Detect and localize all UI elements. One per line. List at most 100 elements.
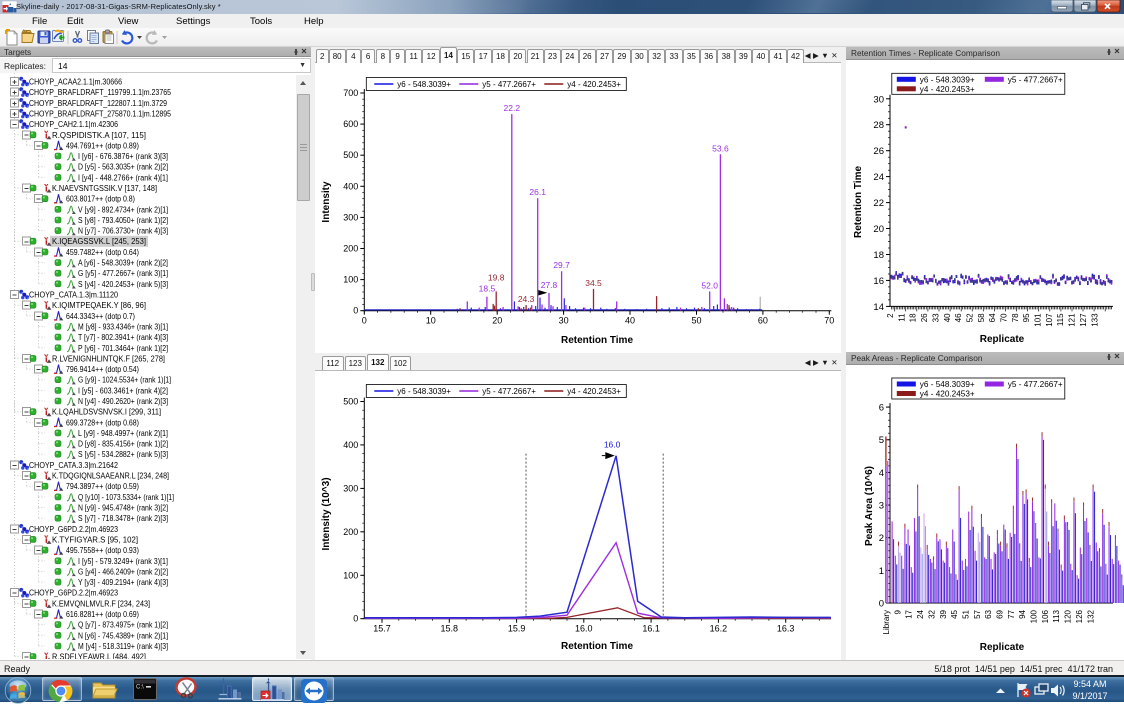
svg-text:14: 14 (873, 302, 884, 313)
svg-text:S [y8] - 793.4050+ (rank 1)[2]: S [y8] - 793.4050+ (rank 1)[2] (78, 216, 168, 225)
svg-text:L [y9] - 948.4997+ (rank 2)[1]: L [y9] - 948.4997+ (rank 2)[1] (78, 429, 168, 438)
svg-text:N [y9] - 945.4748+ (rank 3)[2]: N [y9] - 945.4748+ (rank 3)[2] (78, 504, 168, 513)
svg-text:22.2: 22.2 (504, 103, 521, 113)
svg-text:53.6: 53.6 (712, 143, 729, 153)
svg-text:y6 - 548.3039+: y6 - 548.3039+ (397, 80, 451, 89)
svg-text:5: 5 (879, 435, 884, 446)
svg-text:45: 45 (950, 609, 959, 618)
svg-text:y4 - 420.2453+: y4 - 420.2453+ (567, 80, 621, 89)
svg-text:N [y7] - 706.3730+ (rank 4)[3]: N [y7] - 706.3730+ (rank 4)[3] (78, 227, 168, 236)
svg-text:100: 100 (343, 275, 358, 285)
svg-text:y4 - 420.2453+: y4 - 420.2453+ (567, 387, 621, 396)
svg-text:Intensity (10^3): Intensity (10^3) (321, 477, 332, 550)
svg-text:K.LQAHLDSVSNVSK.I [299, 311]: K.LQAHLDSVSNVSK.I [299, 311] (52, 408, 161, 417)
svg-text:16.1: 16.1 (642, 624, 660, 634)
svg-text:C:\: C:\ (136, 685, 144, 691)
svg-text:A [y6] - 548.3039+ (rank 2)[2]: A [y6] - 548.3039+ (rank 2)[2] (78, 259, 168, 268)
svg-text:K.IQEAGSSVK.L [245, 253]: K.IQEAGSSVK.L [245, 253] (52, 237, 146, 246)
svg-text:0: 0 (879, 599, 884, 610)
svg-text:40: 40 (625, 316, 635, 326)
svg-text:113: 113 (1052, 609, 1061, 622)
svg-text:K.TYFIGYAR.S [95, 102]: K.TYFIGYAR.S [95, 102] (52, 535, 138, 544)
svg-text:Peak Area (10^6): Peak Area (10^6) (864, 466, 875, 546)
svg-text:699.3728++ (dotp 0.68): 699.3728++ (dotp 0.68) (66, 418, 139, 427)
svg-text:69: 69 (996, 609, 1005, 618)
svg-text:Y [y3] - 409.2194+ (rank 4)[3]: Y [y3] - 409.2194+ (rank 4)[3] (78, 578, 168, 587)
svg-text:600: 600 (343, 119, 358, 129)
svg-text:y5 - 477.2667+: y5 - 477.2667+ (482, 387, 536, 396)
svg-text:y6 - 548.3039+: y6 - 548.3039+ (920, 75, 975, 84)
svg-text:24: 24 (916, 609, 925, 618)
svg-text:24.3: 24.3 (518, 294, 535, 304)
svg-text:120: 120 (1064, 609, 1073, 623)
svg-text:57: 57 (973, 609, 982, 618)
svg-text:63: 63 (984, 609, 993, 618)
svg-text:G [y4] - 466.2409+ (rank 2)[2]: G [y4] - 466.2409+ (rank 2)[2] (78, 567, 168, 576)
svg-text:0: 0 (353, 614, 358, 624)
svg-text:101: 101 (1034, 313, 1043, 327)
svg-text:127: 127 (1079, 313, 1088, 327)
svg-text:60: 60 (758, 316, 768, 326)
svg-text:I [y5] - 579.3249+ (rank 3)[1]: I [y5] - 579.3249+ (rank 3)[1] (78, 557, 168, 566)
svg-text:y4 - 420.2453+: y4 - 420.2453+ (920, 85, 975, 94)
svg-text:S [y5] - 534.2882+ (rank 5)[3]: S [y5] - 534.2882+ (rank 5)[3] (78, 450, 168, 459)
svg-text:S [y4] - 420.2453+ (rank 5)[3]: S [y4] - 420.2453+ (rank 5)[3] (78, 280, 168, 289)
svg-text:2: 2 (879, 533, 884, 544)
svg-text:20: 20 (873, 224, 884, 235)
svg-text:50: 50 (691, 316, 701, 326)
svg-text:26: 26 (873, 146, 884, 157)
svg-text:N [y4] - 490.2620+ (rank 2)[3]: N [y4] - 490.2620+ (rank 2)[3] (78, 397, 168, 406)
svg-text:796.9414++ (dotp 0.54): 796.9414++ (dotp 0.54) (66, 365, 139, 374)
svg-text:616.8281++ (dotp 0.69): 616.8281++ (dotp 0.69) (66, 610, 139, 619)
svg-text:y5 - 477.2667+: y5 - 477.2667+ (1008, 75, 1063, 84)
svg-text:51: 51 (962, 609, 971, 618)
svg-text:Intensity: Intensity (321, 181, 332, 223)
svg-text:200: 200 (343, 244, 358, 254)
svg-text:CHOYP_ACAA2.1.1|m.30666: CHOYP_ACAA2.1.1|m.30666 (29, 78, 122, 87)
svg-text:26: 26 (920, 313, 929, 322)
svg-text:400: 400 (343, 440, 358, 450)
svg-text:16.2: 16.2 (710, 624, 728, 634)
svg-text:19.8: 19.8 (488, 272, 505, 282)
svg-text:33: 33 (931, 313, 940, 322)
svg-text:100: 100 (343, 570, 358, 580)
svg-text:107: 107 (1045, 313, 1054, 327)
svg-text:I [y4] - 448.2766+ (rank 4)[1]: I [y4] - 448.2766+ (rank 4)[1] (78, 173, 168, 182)
svg-text:I [y5] - 603.3461+ (rank 4)[2]: I [y5] - 603.3461+ (rank 4)[2] (78, 386, 168, 395)
svg-text:P [y6] - 701.3464+ (rank 1)[2]: P [y6] - 701.3464+ (rank 1)[2] (78, 344, 168, 353)
svg-text:y6 - 548.3039+: y6 - 548.3039+ (397, 387, 451, 396)
svg-text:70: 70 (824, 316, 834, 326)
svg-text:18.5: 18.5 (479, 284, 496, 294)
svg-text:R.SDFLYEAWR.L [484, 492]: R.SDFLYEAWR.L [484, 492] (52, 653, 146, 659)
svg-text:y6 - 548.3039+: y6 - 548.3039+ (920, 380, 975, 389)
svg-text:CHOYP_G6PD.2.2|m.46923: CHOYP_G6PD.2.2|m.46923 (29, 589, 118, 598)
svg-text:16.0: 16.0 (604, 440, 621, 450)
svg-text:Q [y10] - 1073.5334+ (rank 1)[: Q [y10] - 1073.5334+ (rank 1)[1] (78, 493, 174, 502)
svg-text:95: 95 (1022, 313, 1031, 322)
svg-text:N [y6] - 745.4389+ (rank 2)[1]: N [y6] - 745.4389+ (rank 2)[1] (78, 631, 168, 640)
svg-text:CHOYP_BRAFLDRAFT_275870.1.1|m.: CHOYP_BRAFLDRAFT_275870.1.1|m.12895 (29, 110, 172, 119)
svg-text:794.3897++ (dotp 0.59): 794.3897++ (dotp 0.59) (66, 482, 139, 491)
svg-text:126: 126 (1075, 609, 1084, 623)
svg-text:29.7: 29.7 (553, 260, 570, 270)
svg-text:Replicate: Replicate (980, 334, 1025, 345)
svg-text:M [y4] - 518.3119+ (rank 4)[3]: M [y4] - 518.3119+ (rank 4)[3] (78, 642, 168, 651)
svg-text:CHOYP_G6PD.2.2|m.46923: CHOYP_G6PD.2.2|m.46923 (29, 525, 118, 534)
svg-text:CHOYP_CATA.1.3|m.11120: CHOYP_CATA.1.3|m.11120 (29, 291, 119, 300)
svg-text:M [y8] - 933.4346+ (rank 3)[1]: M [y8] - 933.4346+ (rank 3)[1] (78, 323, 168, 332)
svg-text:K.TDQGIQNLSAAEANR.L [234, 248]: K.TDQGIQNLSAAEANR.L [234, 248] (52, 472, 169, 481)
svg-text:300: 300 (343, 212, 358, 222)
svg-text:1: 1 (879, 566, 884, 577)
svg-text:15.8: 15.8 (441, 624, 459, 634)
svg-text:132: 132 (1086, 609, 1095, 623)
svg-text:G [y9] - 1024.5534+ (rank 1)[1: G [y9] - 1024.5534+ (rank 1)[1] (78, 376, 171, 385)
svg-text:CHOYP_BRAFLDRAFT_119799.1.1|m.: CHOYP_BRAFLDRAFT_119799.1.1|m.23765 (29, 88, 172, 97)
svg-text:77: 77 (1007, 609, 1016, 618)
svg-text:CHOYP_CAH2.1.1|m.42306: CHOYP_CAH2.1.1|m.42306 (29, 120, 118, 129)
svg-text:I [y6] - 676.3876+ (rank 3)[3]: I [y6] - 676.3876+ (rank 3)[3] (78, 152, 168, 161)
svg-text:10: 10 (426, 316, 436, 326)
svg-text:300: 300 (343, 483, 358, 493)
svg-text:459.7482++ (dotp 0.64): 459.7482++ (dotp 0.64) (66, 248, 139, 257)
svg-text:500: 500 (343, 397, 358, 407)
svg-text:Q [y7] - 873.4975+ (rank 1)[2]: Q [y7] - 873.4975+ (rank 1)[2] (78, 621, 168, 630)
